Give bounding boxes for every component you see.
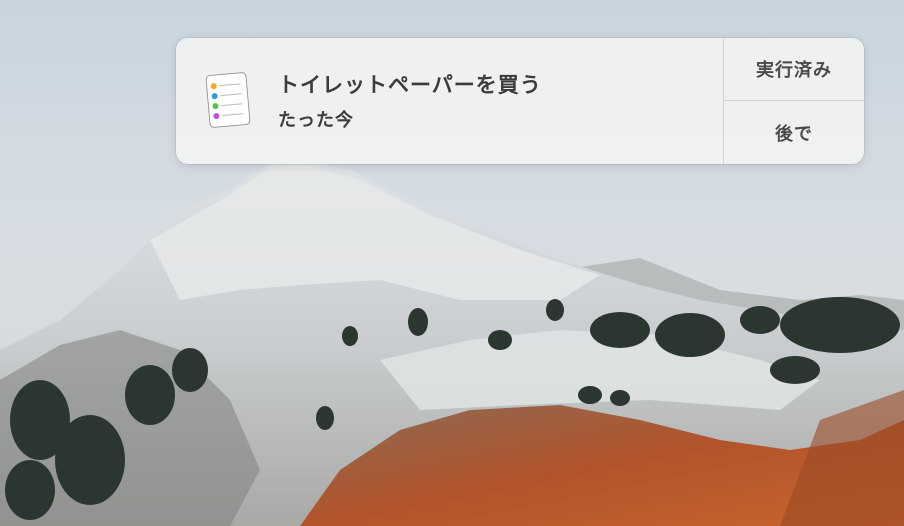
notification-content[interactable]: トイレットペーパーを買う たった今: [176, 38, 723, 164]
notification-title: トイレットペーパーを買う: [278, 73, 542, 97]
notification-banner[interactable]: トイレットペーパーを買う たった今 実行済み 後で: [176, 38, 864, 164]
later-button[interactable]: 後で: [724, 101, 864, 164]
reminders-icon: [202, 70, 254, 130]
mark-done-button[interactable]: 実行済み: [724, 38, 864, 101]
notification-time: たった今: [278, 110, 354, 131]
notification-actions: 実行済み 後で: [723, 38, 864, 164]
